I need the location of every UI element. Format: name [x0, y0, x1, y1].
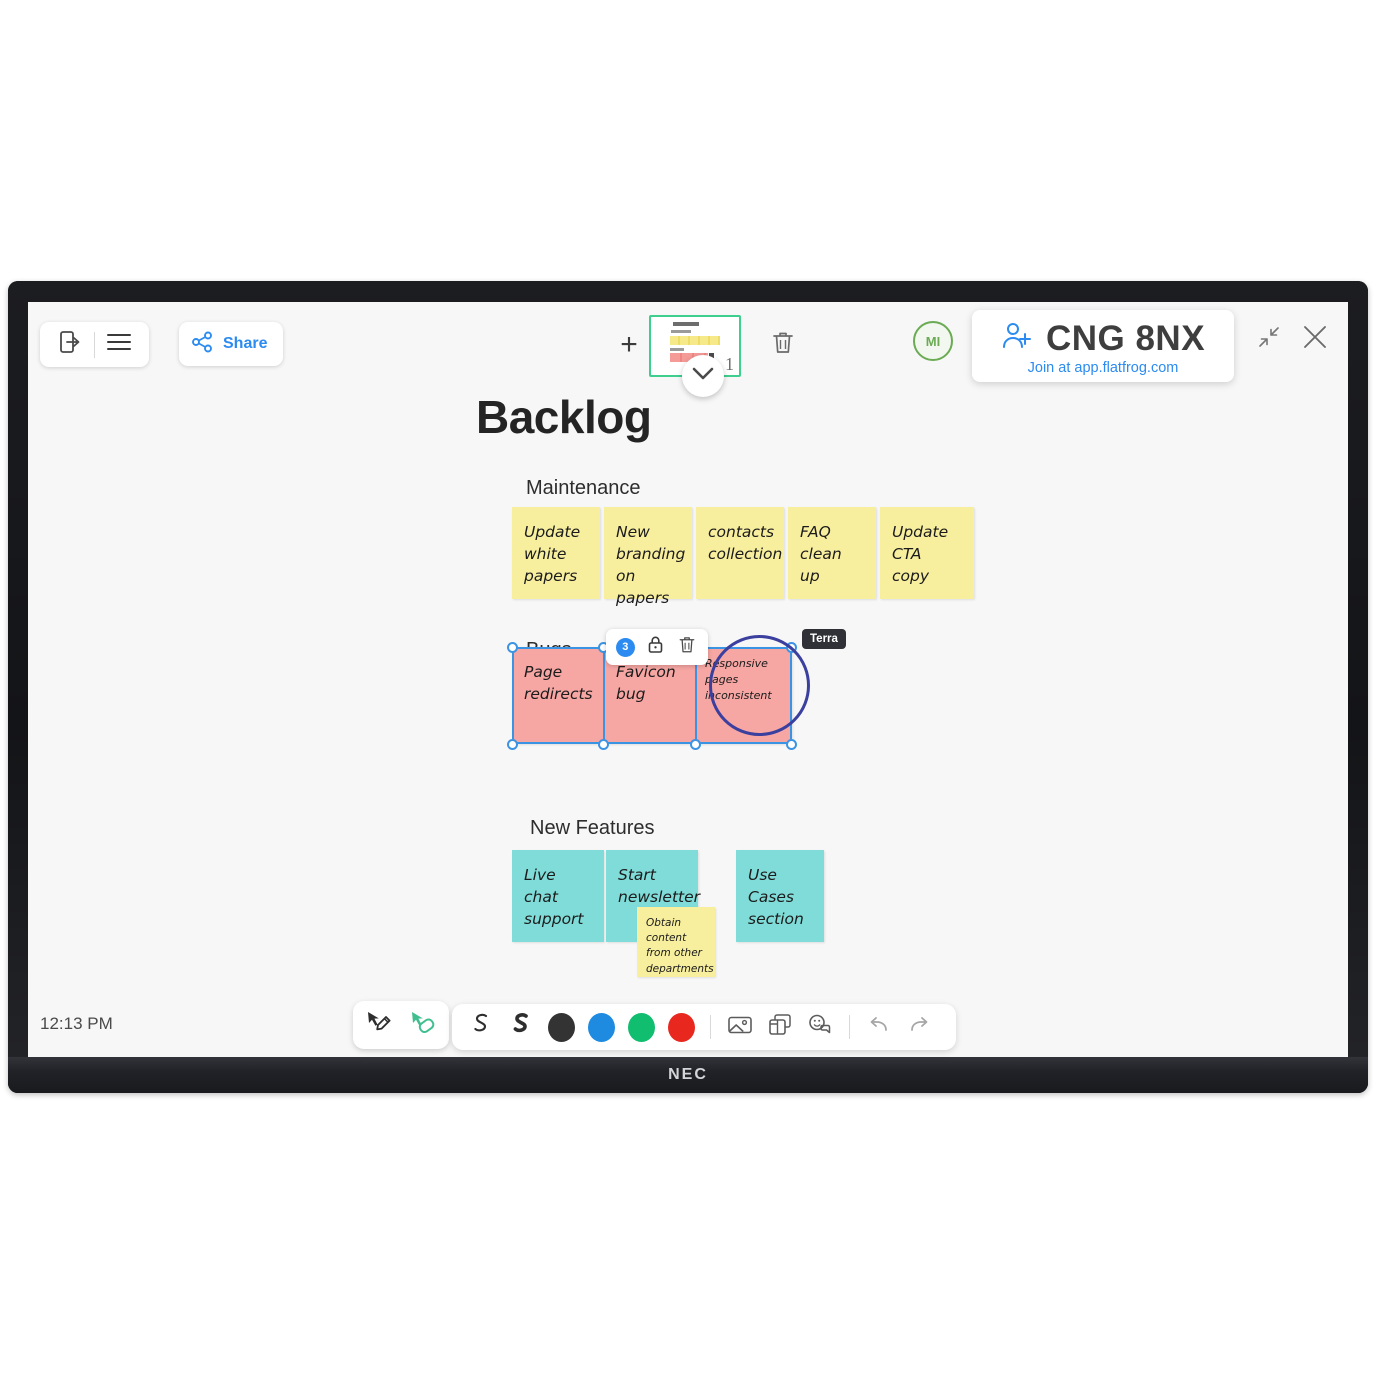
stroke-thin-icon: [470, 1012, 492, 1043]
color-swatch-red: [667, 1012, 695, 1042]
trash-icon: [678, 635, 696, 660]
monitor-bottom-strip: NEC: [8, 1057, 1368, 1093]
insert-template-button[interactable]: [761, 1004, 799, 1050]
delete-selection-button[interactable]: [676, 636, 698, 658]
sticker-icon: [807, 1013, 833, 1042]
color-red-button[interactable]: [662, 1004, 700, 1050]
sticky-note[interactable]: New branding on papers: [604, 507, 692, 607]
board-canvas: Backlog Maintenance Update white papers …: [28, 302, 1348, 1057]
redo-button[interactable]: [900, 1004, 938, 1050]
sticky-note[interactable]: Update white papers: [512, 507, 600, 599]
nec-logo: NEC: [668, 1066, 708, 1083]
clock: 12:13 PM: [40, 1014, 113, 1033]
sticky-note[interactable]: Use Cases section: [736, 850, 824, 942]
sticky-note[interactable]: Responsive pages inconsistent: [696, 647, 792, 744]
eraser-cursor-icon: [409, 1009, 437, 1042]
stroke-thick-button[interactable]: [502, 1004, 540, 1050]
toolbar-divider: [710, 1015, 711, 1039]
color-blue-button[interactable]: [582, 1004, 620, 1050]
sticky-note-overlay[interactable]: Obtain content from other departments: [637, 907, 715, 977]
screenshot-root: NEC Share + 1 MI CNG 8NX Join at app.fla…: [0, 0, 1376, 1376]
sticky-note[interactable]: Update CTA copy: [880, 507, 974, 599]
sticky-note[interactable]: FAQ clean up: [788, 507, 876, 599]
selection-handle[interactable]: [786, 642, 797, 653]
pen-tool-button[interactable]: [360, 1002, 398, 1048]
lock-icon: [647, 635, 664, 659]
selection-handle[interactable]: [690, 739, 701, 750]
annotation-author-tag: Terra: [802, 629, 846, 649]
toolbar-divider: [849, 1015, 850, 1039]
image-icon: [727, 1014, 753, 1041]
selection-divider: [603, 647, 605, 744]
insert-sticker-button[interactable]: [801, 1004, 839, 1050]
whiteboard-screen: Share + 1 MI CNG 8NX Join at app.flatfro…: [28, 302, 1348, 1057]
drawing-toolbar: [452, 1004, 956, 1050]
color-green-button[interactable]: [622, 1004, 660, 1050]
color-swatch-green: [627, 1012, 655, 1042]
selection-handle[interactable]: [786, 739, 797, 750]
undo-icon: [867, 1015, 891, 1040]
stroke-thin-button[interactable]: [462, 1004, 500, 1050]
undo-button[interactable]: [860, 1004, 898, 1050]
sticky-note[interactable]: contacts collection: [696, 507, 784, 599]
selection-count-badge: 3: [615, 637, 635, 657]
sticky-note[interactable]: Live chat support: [512, 850, 604, 942]
color-swatch-black: [547, 1012, 575, 1042]
lock-button[interactable]: [644, 636, 666, 658]
redo-icon: [907, 1015, 931, 1040]
sticky-note[interactable]: Page redirects: [512, 647, 604, 744]
insert-image-button[interactable]: [721, 1004, 759, 1050]
tool-mode-panel: [353, 1001, 449, 1049]
group-label-maintenance: Maintenance: [526, 477, 641, 499]
selection-handle[interactable]: [598, 739, 609, 750]
selection-handle[interactable]: [507, 739, 518, 750]
pen-cursor-icon: [365, 1009, 393, 1042]
template-icon: [767, 1013, 793, 1042]
color-swatch-blue: [587, 1012, 615, 1042]
group-label-new-features: New Features: [530, 817, 655, 839]
selection-handle[interactable]: [507, 642, 518, 653]
eraser-tool-button[interactable]: [404, 1002, 442, 1048]
stroke-thick-icon: [510, 1012, 532, 1043]
page-title: Backlog: [476, 391, 652, 443]
color-black-button[interactable]: [542, 1004, 580, 1050]
selection-toolbar: 3: [606, 629, 708, 665]
